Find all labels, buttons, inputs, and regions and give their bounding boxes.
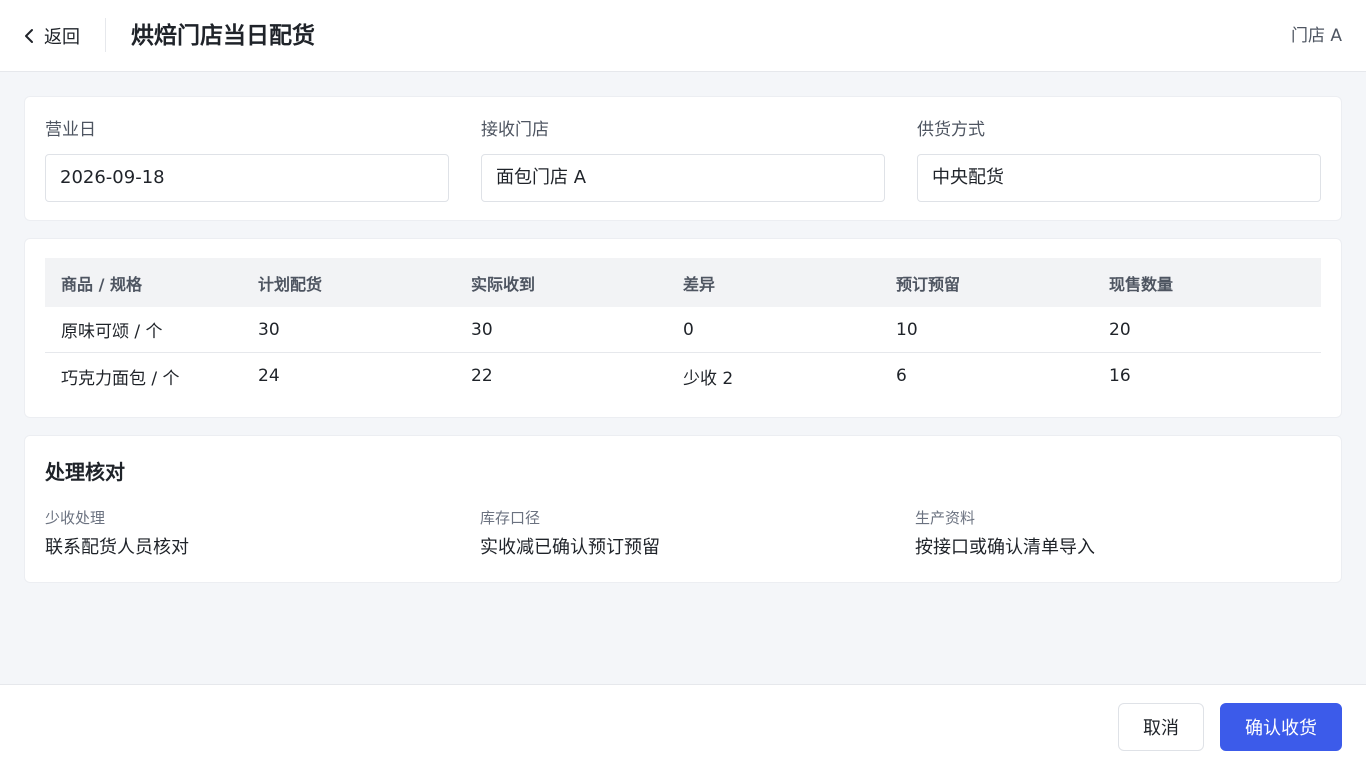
back-button[interactable]: 返回 bbox=[22, 22, 80, 50]
cell-reserved: 6 bbox=[896, 366, 907, 386]
action-bar: 取消 确认收货 bbox=[0, 684, 1366, 768]
cell-product: 原味可颂 / 个 bbox=[61, 322, 163, 342]
receiving-store-input[interactable]: 面包门店 A bbox=[481, 154, 885, 202]
column-header-product: 商品 / 规格 bbox=[61, 274, 142, 294]
cell-difference: 少收 2 bbox=[683, 368, 734, 389]
cell-reserved: 10 bbox=[896, 319, 918, 340]
production-data-label: 生产资料 bbox=[915, 509, 976, 527]
header-divider bbox=[105, 18, 106, 52]
column-header-difference: 差异 bbox=[683, 274, 716, 294]
table-row: 巧克力面包 / 个 24 22 少收 2 6 16 bbox=[45, 353, 1321, 399]
store-name: 门店 A bbox=[1290, 26, 1342, 46]
cell-product: 巧克力面包 / 个 bbox=[61, 368, 180, 389]
supply-method-input[interactable]: 中央配货 bbox=[917, 154, 1321, 202]
production-data-info: 生产资料 按接口或确认清单导入 bbox=[915, 508, 1335, 560]
inventory-basis-label: 库存口径 bbox=[480, 509, 541, 527]
top-bar: 返回 烘焙门店当日配货 门店 A bbox=[0, 0, 1366, 72]
business-date-field: 营业日 2026-09-18 bbox=[45, 119, 449, 202]
cell-planned: 30 bbox=[258, 319, 280, 340]
shortage-handling-label: 少收处理 bbox=[45, 509, 106, 527]
delivery-info-card: 营业日 2026-09-18 接收门店 面包门店 A 供货方式 中央配货 bbox=[24, 96, 1342, 221]
chevron-left-icon bbox=[25, 29, 33, 43]
supply-method-field: 供货方式 中央配货 bbox=[917, 119, 1321, 202]
page-title: 烘焙门店当日配货 bbox=[131, 23, 315, 49]
confirm-receipt-button[interactable]: 确认收货 bbox=[1220, 703, 1342, 751]
handling-check-card: 处理核对 少收处理 联系配货人员核对 库存口径 实收减已确认预订预留 生产资料 … bbox=[24, 435, 1342, 583]
column-header-received: 实际收到 bbox=[471, 274, 536, 294]
shortage-handling-info: 少收处理 联系配货人员核对 bbox=[45, 508, 465, 560]
table-row: 原味可颂 / 个 30 30 0 10 20 bbox=[45, 307, 1321, 353]
shortage-handling-value: 联系配货人员核对 bbox=[45, 537, 189, 558]
cell-planned: 24 bbox=[258, 366, 280, 386]
column-header-for-sale: 现售数量 bbox=[1109, 274, 1174, 294]
cancel-button[interactable]: 取消 bbox=[1118, 703, 1204, 751]
column-header-planned: 计划配货 bbox=[258, 274, 323, 294]
inventory-basis-value: 实收减已确认预订预留 bbox=[480, 537, 660, 558]
delivery-table-card: 商品 / 规格 计划配货 实际收到 差异 预订预留 现售数量 原味可颂 / 个 … bbox=[24, 238, 1342, 418]
cell-difference: 0 bbox=[683, 319, 694, 340]
cell-received: 22 bbox=[471, 366, 493, 386]
inventory-basis-info: 库存口径 实收减已确认预订预留 bbox=[480, 508, 900, 560]
cell-received: 30 bbox=[471, 319, 493, 340]
table-header: 商品 / 规格 计划配货 实际收到 差异 预订预留 现售数量 bbox=[45, 258, 1321, 307]
column-header-reserved: 预订预留 bbox=[896, 274, 961, 294]
section-title: 处理核对 bbox=[45, 460, 125, 484]
supply-method-label: 供货方式 bbox=[917, 120, 985, 140]
receiving-store-field: 接收门店 面包门店 A bbox=[481, 119, 885, 202]
receiving-store-label: 接收门店 bbox=[481, 120, 549, 140]
business-date-label: 营业日 bbox=[45, 120, 96, 140]
back-label: 返回 bbox=[44, 27, 80, 48]
business-date-input[interactable]: 2026-09-18 bbox=[45, 154, 449, 202]
cell-for-sale: 20 bbox=[1109, 319, 1131, 340]
production-data-value: 按接口或确认清单导入 bbox=[915, 537, 1095, 558]
delivery-table: 商品 / 规格 计划配货 实际收到 差异 预订预留 现售数量 原味可颂 / 个 … bbox=[45, 258, 1321, 399]
cell-for-sale: 16 bbox=[1109, 366, 1131, 386]
